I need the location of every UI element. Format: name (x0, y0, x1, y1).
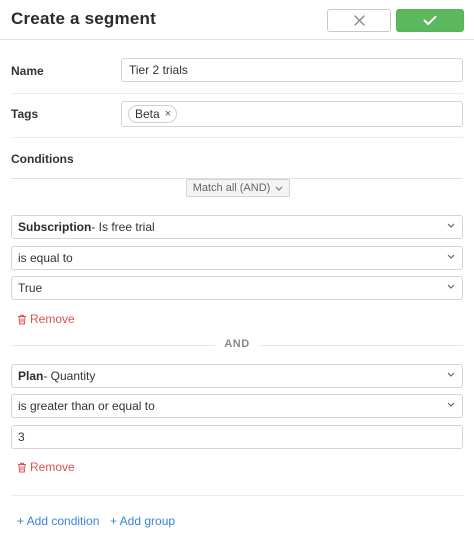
chevron-down-icon (447, 284, 455, 289)
modal-header: Create a segment (0, 0, 474, 40)
conditions-label: Conditions (11, 152, 74, 166)
chevron-down-icon (447, 402, 455, 407)
close-icon (353, 15, 365, 26)
tag-chip: Beta × (128, 105, 178, 123)
chevron-down-icon (447, 254, 455, 259)
chevron-down-icon (447, 372, 455, 377)
match-mode-label: Match all (AND) (192, 182, 271, 194)
name-label: Name (11, 64, 44, 78)
condition-field-select[interactable]: Plan - Quantity (11, 364, 463, 388)
remove-condition-button[interactable]: Remove (17, 460, 75, 474)
tag-label: Beta (135, 107, 160, 121)
condition-operator-select[interactable]: is equal to (11, 246, 463, 270)
and-label: AND (224, 338, 250, 350)
condition-value: True (18, 281, 43, 295)
condition-value: 3 (18, 430, 25, 444)
cancel-button[interactable] (327, 9, 391, 32)
name-value: Tier 2 trials (129, 63, 188, 77)
tag-remove-icon[interactable]: × (165, 108, 171, 120)
condition-operator-select[interactable]: is greater than or equal to (11, 394, 463, 418)
condition-field-detail: - Is free trial (91, 220, 155, 234)
page-title: Create a segment (11, 9, 156, 28)
name-field[interactable]: Tier 2 trials (121, 58, 463, 82)
remove-label: Remove (30, 312, 75, 326)
and-separator: AND (11, 338, 463, 350)
condition-value-input[interactable]: 3 (11, 425, 463, 449)
divider (11, 93, 463, 94)
condition-value-select[interactable]: True (11, 276, 463, 300)
trash-icon (18, 462, 26, 472)
remove-label: Remove (30, 460, 75, 474)
condition-field-detail: - Quantity (43, 369, 96, 383)
add-condition-link[interactable]: + Add condition (17, 514, 99, 528)
divider (11, 137, 463, 138)
chevron-down-icon (275, 186, 283, 191)
match-mode-dropdown[interactable]: Match all (AND) (186, 179, 290, 197)
tags-label: Tags (11, 107, 39, 121)
chevron-down-icon (447, 223, 455, 228)
add-group-link[interactable]: + Add group (110, 514, 175, 528)
divider (11, 495, 463, 496)
condition-field-name: Subscription (18, 220, 92, 234)
condition-field-name: Plan (18, 369, 44, 383)
condition-field-select[interactable]: Subscription - Is free trial (11, 215, 463, 239)
condition-operator: is equal to (18, 251, 73, 265)
check-icon (423, 15, 437, 25)
trash-icon (18, 314, 26, 324)
tags-field[interactable]: Beta × (121, 101, 463, 127)
save-button[interactable] (396, 9, 464, 32)
condition-operator: is greater than or equal to (18, 399, 155, 413)
remove-condition-button[interactable]: Remove (17, 312, 75, 326)
